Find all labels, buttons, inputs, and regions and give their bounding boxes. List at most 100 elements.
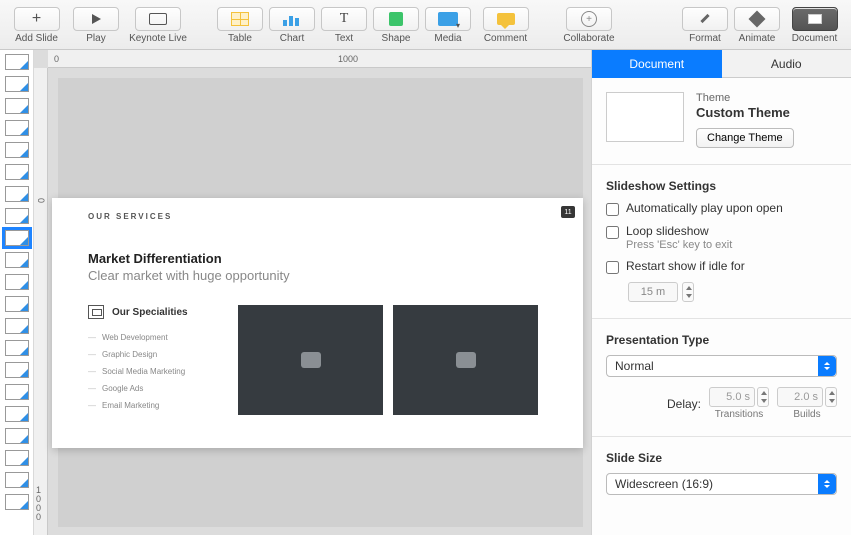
media-button[interactable]: Media [423, 7, 473, 44]
table-label: Table [228, 33, 252, 44]
theme-thumbnail [606, 92, 684, 142]
slide-thumb[interactable] [5, 54, 29, 70]
presentation-type-header: Presentation Type [606, 333, 837, 347]
presentation-icon [88, 305, 104, 319]
ruler-tick: 1 0 0 0 [36, 486, 47, 522]
comment-label: Comment [484, 33, 527, 44]
auto-play-input[interactable] [606, 203, 619, 216]
theme-label: Theme [696, 92, 794, 104]
collaborate-button[interactable]: + Collaborate [554, 7, 624, 44]
transitions-stepper[interactable] [757, 387, 769, 407]
screen-icon [149, 13, 167, 25]
presentation-type-value: Normal [615, 359, 654, 373]
slide-thumb[interactable] [5, 252, 29, 268]
slideshow-settings-header: Slideshow Settings [606, 179, 837, 193]
shape-button[interactable]: Shape [371, 7, 421, 44]
collaborate-icon: + [581, 11, 597, 27]
slide-thumb[interactable] [5, 494, 29, 510]
auto-play-checkbox[interactable]: Automatically play upon open [606, 201, 837, 216]
slide-canvas[interactable]: 11 OUR SERVICES Market Differentiation C… [52, 198, 583, 448]
keynote-live-label: Keynote Live [129, 33, 187, 44]
list-item: Graphic Design [88, 346, 228, 363]
text-icon: T [340, 11, 349, 27]
slide-thumb[interactable] [5, 208, 29, 224]
slide-thumb[interactable] [5, 186, 29, 202]
list-item: Google Ads [88, 380, 228, 397]
animate-button[interactable]: Animate [732, 7, 782, 44]
presentation-type-select[interactable]: Normal [606, 355, 837, 377]
ruler-tick: 0 [36, 198, 46, 203]
idle-time-input[interactable] [628, 282, 678, 302]
text-button[interactable]: T Text [319, 7, 369, 44]
slide-thumb[interactable] [5, 450, 29, 466]
play-button[interactable]: Play [71, 7, 121, 44]
play-label: Play [86, 33, 105, 44]
slide-thumb[interactable] [5, 384, 29, 400]
slide-size-select[interactable]: Widescreen (16:9) [606, 473, 837, 495]
auto-play-label: Automatically play upon open [626, 201, 783, 215]
canvas-area: 0 1000 0 1 0 0 0 11 OUR SERVICES Market … [34, 50, 591, 535]
slide-thumb[interactable] [5, 164, 29, 180]
list-item: Social Media Marketing [88, 363, 228, 380]
slide-thumb[interactable] [5, 428, 29, 444]
change-theme-button[interactable]: Change Theme [696, 128, 794, 148]
slide-thumb[interactable] [5, 362, 29, 378]
tab-document[interactable]: Document [592, 50, 722, 78]
chevron-updown-icon [818, 356, 836, 376]
slide-thumb[interactable] [5, 120, 29, 136]
add-slide-button[interactable]: + Add Slide [6, 7, 67, 44]
slide-navigator[interactable] [0, 50, 34, 535]
table-button[interactable]: Table [215, 7, 265, 44]
collaborate-label: Collaborate [563, 33, 614, 44]
slide-thumb[interactable] [5, 142, 29, 158]
loop-checkbox[interactable]: Loop slideshow Press 'Esc' key to exit [606, 224, 837, 251]
slide-title: Market Differentiation [88, 251, 547, 266]
add-slide-label: Add Slide [15, 33, 58, 44]
inspector-panel: Document Audio Theme Custom Theme Change… [591, 50, 851, 535]
animate-label: Animate [739, 33, 776, 44]
slide-section-label: OUR SERVICES [88, 212, 547, 221]
tab-audio[interactable]: Audio [722, 50, 851, 78]
brush-icon [698, 12, 712, 26]
keynote-live-button[interactable]: Keynote Live [123, 7, 193, 44]
document-button[interactable]: Document [784, 7, 845, 44]
shape-label: Shape [382, 33, 411, 44]
builds-delay-input[interactable] [777, 387, 823, 407]
builds-caption: Builds [793, 409, 820, 420]
loop-label: Loop slideshow [626, 224, 709, 238]
slide-page-badge: 11 [561, 206, 575, 218]
transitions-delay-input[interactable] [709, 387, 755, 407]
slide-thumb[interactable] [5, 318, 29, 334]
slide-thumb[interactable] [5, 406, 29, 422]
media-label: Media [434, 33, 461, 44]
image-placeholder[interactable] [238, 305, 383, 415]
slide-thumb[interactable] [5, 98, 29, 114]
plus-icon: + [32, 10, 41, 28]
comment-button[interactable]: Comment [475, 7, 536, 44]
format-button[interactable]: Format [680, 7, 730, 44]
diamond-icon [749, 11, 766, 28]
loop-input[interactable] [606, 226, 619, 239]
slide-thumb[interactable] [5, 340, 29, 356]
image-placeholder[interactable] [393, 305, 538, 415]
ruler-tick: 0 [54, 54, 59, 64]
chart-button[interactable]: Chart [267, 7, 317, 44]
specialities-header: Our Specialities [112, 307, 188, 318]
slide-thumb-active[interactable] [5, 230, 29, 246]
ruler-vertical: 0 1 0 0 0 [34, 68, 48, 535]
ruler-tick: 1000 [338, 54, 358, 64]
slide-thumb[interactable] [5, 274, 29, 290]
media-icon [438, 12, 458, 26]
table-icon [231, 12, 249, 26]
builds-stepper[interactable] [825, 387, 837, 407]
restart-checkbox[interactable]: Restart show if idle for [606, 259, 837, 274]
idle-stepper[interactable] [682, 282, 694, 302]
specialities-list: Web Development Graphic Design Social Me… [88, 329, 228, 414]
format-label: Format [689, 33, 721, 44]
list-item: Web Development [88, 329, 228, 346]
slide-thumb[interactable] [5, 296, 29, 312]
slide-thumb[interactable] [5, 472, 29, 488]
slide-thumb[interactable] [5, 76, 29, 92]
list-item: Email Marketing [88, 397, 228, 414]
restart-input[interactable] [606, 261, 619, 274]
